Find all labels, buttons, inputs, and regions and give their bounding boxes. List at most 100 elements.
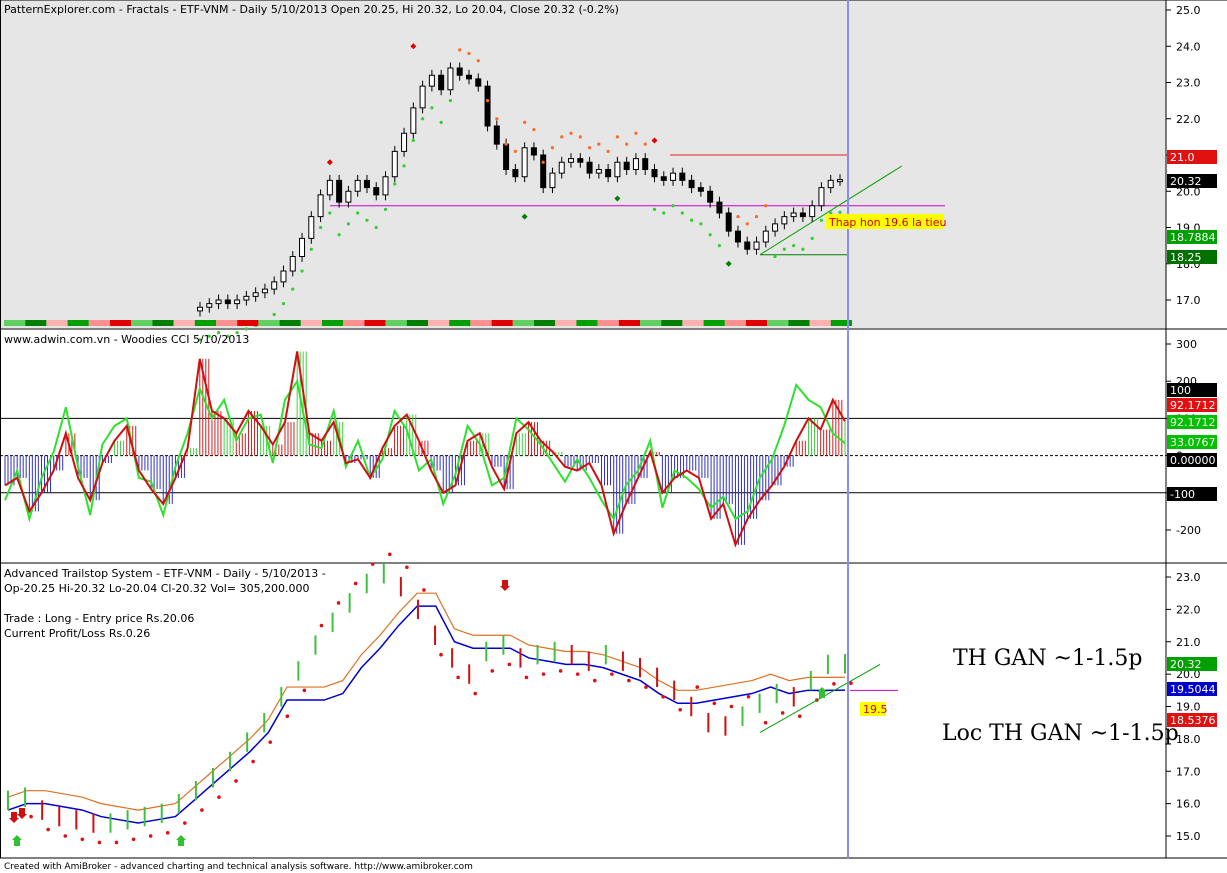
candle-body	[382, 176, 389, 196]
trend-strip-cell	[555, 320, 577, 326]
trend-strip-cell	[322, 320, 344, 326]
trend-strip-cell	[746, 320, 768, 326]
trend-strip-cell	[406, 320, 428, 326]
sar-dot	[550, 146, 555, 150]
trend-strip-cell	[618, 320, 640, 326]
sar-dot	[328, 211, 332, 215]
trend-strip-cell	[767, 320, 789, 326]
candle-body	[345, 190, 352, 203]
trend-strip-cell	[25, 320, 47, 326]
candle-body	[224, 299, 231, 305]
candle-body	[512, 169, 519, 178]
candle-body	[493, 125, 500, 145]
sar-dot	[587, 146, 592, 150]
trailstop-dot	[353, 581, 358, 586]
sar-dot	[560, 135, 564, 139]
candle-body	[632, 158, 639, 170]
sar-dot	[513, 149, 517, 153]
candle-body	[558, 161, 565, 174]
sar-dot	[281, 302, 286, 306]
value-tag-text: 18.5376	[1170, 714, 1216, 727]
sar-dot	[662, 211, 666, 215]
sar-dot	[448, 99, 453, 103]
candle-body	[289, 256, 296, 272]
candle-body	[363, 179, 370, 189]
candle-body	[373, 187, 380, 196]
trend-strip-cell	[194, 320, 216, 326]
trailstop-dot	[285, 714, 290, 719]
sar-dot	[615, 135, 619, 139]
trend-strip-cell	[788, 320, 810, 326]
trailstop-dot	[97, 840, 102, 845]
trend-strip-cell	[724, 320, 746, 326]
sar-dot	[736, 215, 740, 219]
candle-body	[521, 147, 528, 178]
candle-body	[827, 179, 834, 189]
candle-body	[772, 223, 779, 232]
trailstop-dot	[456, 675, 460, 680]
candle-body	[818, 187, 825, 207]
sar-dot	[754, 215, 759, 219]
y-tick-label: 18.0	[1176, 733, 1201, 746]
trailstop-dot	[763, 720, 768, 725]
value-tag-text: 21.0	[1170, 151, 1195, 164]
trailstop-dot	[558, 669, 563, 673]
trend-strip-cell	[131, 320, 153, 326]
annotation-text: Thap hon 19.6 la tieu	[828, 216, 946, 229]
y-tick-label: 22.0	[1176, 603, 1201, 616]
sar-dot	[578, 135, 582, 139]
y-tick-label: 300	[1176, 338, 1197, 351]
value-tag-text: 20.32	[1170, 658, 1202, 671]
sar-dot	[291, 287, 295, 291]
sar-dot	[523, 120, 527, 124]
candle-body	[744, 241, 751, 250]
trailstop-dot	[251, 759, 255, 764]
trailstop-dot	[712, 701, 717, 706]
chart-canvas: PatternExplorer.com - Fractals - ETF-VNM…	[0, 0, 1227, 872]
cci-panel-title: www.adwin.com.vn - Woodies CCI 5/10/2013	[4, 333, 249, 346]
trailstop-dot	[507, 662, 512, 667]
value-tag-text: 100	[1170, 384, 1191, 397]
value-tag-text: 92.1712	[1170, 399, 1216, 412]
sar-dot	[476, 59, 480, 63]
candle-body	[725, 212, 732, 232]
trend-strip-cell	[512, 320, 534, 326]
trend-strip-cell	[661, 320, 683, 326]
sar-dot	[634, 131, 638, 135]
trend-strip-cell	[279, 320, 301, 326]
trend-strip-cell	[152, 320, 174, 326]
sar-dot	[764, 204, 768, 208]
y-tick-label: 15.0	[1176, 830, 1201, 843]
trailstop-dot	[200, 808, 204, 812]
candle-body	[215, 299, 222, 305]
candle-body	[271, 281, 278, 290]
price-panel-bg	[0, 0, 1166, 328]
sar-dot	[773, 254, 777, 259]
trailstop-dot	[780, 711, 785, 715]
value-tag-text: 18.7884	[1170, 231, 1216, 244]
candle-body	[781, 216, 788, 225]
trailstop-dot	[302, 688, 307, 693]
trailstop-dot	[695, 685, 700, 689]
trend-strip-cell	[216, 320, 238, 326]
candle-body	[762, 230, 769, 243]
trailstop-dot	[114, 840, 119, 845]
sar-dot	[383, 207, 388, 211]
value-tag-text: 18.25	[1170, 251, 1202, 264]
candle-body	[679, 172, 686, 181]
candle-body	[568, 158, 575, 163]
candle-body	[605, 169, 612, 178]
sar-dot	[717, 244, 722, 248]
candle-body	[586, 161, 593, 174]
sar-dot	[792, 244, 796, 248]
candle-body	[716, 201, 723, 214]
candle-body	[503, 143, 510, 170]
candle-body	[261, 288, 268, 294]
candle-body	[753, 241, 760, 250]
trailstop-dot	[268, 740, 273, 744]
candle-body	[837, 179, 843, 183]
trailstop-dot	[370, 562, 375, 566]
sar-dot	[532, 128, 536, 132]
trend-strip-cell	[46, 320, 68, 326]
candle-body	[299, 237, 306, 257]
